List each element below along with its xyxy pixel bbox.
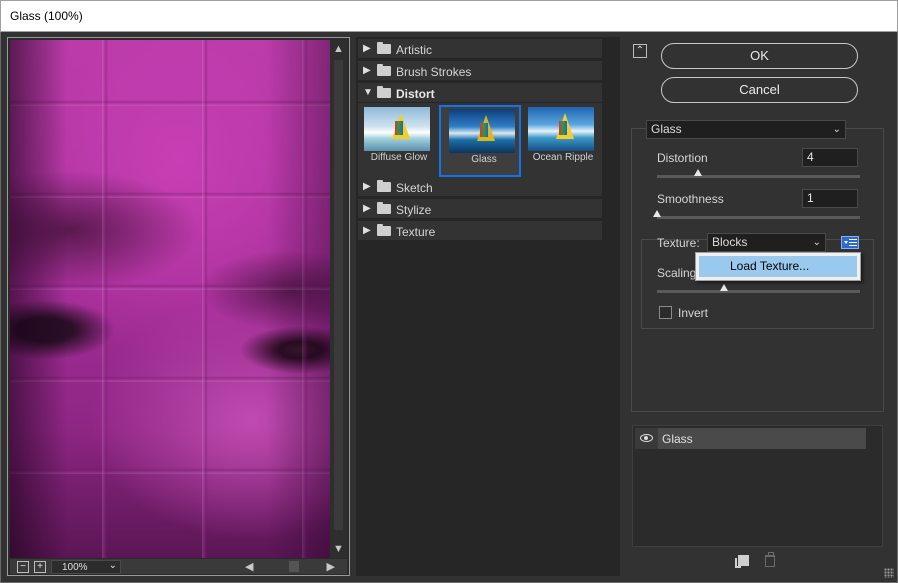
eye-icon — [640, 434, 653, 442]
preview-shading — [10, 40, 330, 558]
expand-arrow-icon: ▶ — [363, 225, 371, 236]
menu-lines-icon — [849, 239, 857, 246]
folder-icon — [377, 224, 391, 236]
sail-stripes — [395, 121, 403, 135]
distortion-input[interactable]: 4 — [802, 148, 858, 167]
texture-label: Texture: — [657, 236, 700, 250]
slider-knob[interactable] — [719, 284, 728, 291]
filter-gallery-list: ▶ Artistic ▶ Brush Strokes ▼ Distort Dif… — [356, 37, 620, 576]
window-titlebar: Glass (100%) — [0, 0, 898, 32]
layer-visibility-toggle[interactable] — [635, 428, 658, 449]
dropdown-triangle-icon — [844, 241, 848, 244]
preview-image[interactable] — [10, 40, 330, 558]
filter-group-brush-strokes[interactable]: ▶ Brush Strokes — [358, 61, 602, 81]
window-title: Glass (100%) — [10, 9, 83, 23]
preview-vertical-scrollbar[interactable]: ▲ ▼ — [330, 40, 347, 558]
zoom-level-select[interactable]: 100% ⌄ — [51, 560, 121, 574]
effect-layers-panel: Glass — [632, 425, 883, 547]
filter-group-label: Artistic — [396, 43, 432, 57]
expand-arrow-icon: ▶ — [363, 181, 371, 192]
filter-group-distort[interactable]: ▼ Distort — [358, 83, 602, 103]
texture-select-value: Blocks — [712, 235, 748, 249]
smoothness-input[interactable]: 1 — [802, 189, 858, 208]
scroll-down-icon[interactable]: ▼ — [333, 543, 344, 555]
thumbnail-image — [528, 107, 594, 151]
texture-menu-button[interactable] — [841, 236, 859, 249]
filter-thumb-ocean-ripple[interactable]: Ocean Ripple — [522, 105, 604, 177]
expand-arrow-icon: ▶ — [363, 65, 371, 76]
filter-thumb-glass[interactable]: Glass — [439, 105, 521, 177]
trash-icon[interactable] — [765, 552, 775, 567]
scaling-slider[interactable] — [657, 284, 860, 293]
distortion-slider[interactable] — [657, 169, 860, 178]
filter-list-scrollbar[interactable] — [604, 37, 620, 576]
scroll-thumb[interactable] — [289, 561, 299, 572]
scroll-up-icon[interactable]: ▲ — [333, 43, 344, 55]
effect-layer-name: Glass — [662, 432, 693, 446]
chevron-down-icon: ⌄ — [108, 560, 117, 571]
collapse-gallery-button[interactable]: ⌃ — [633, 44, 647, 58]
sail-stripes — [480, 123, 488, 137]
distort-filter-thumbnails: Diffuse Glow Glass Ocean Ripple — [358, 103, 602, 181]
scaling-label: Scaling — [657, 266, 697, 280]
chevron-down-icon: ⌄ — [832, 124, 841, 135]
zoom-level-value: 100% — [62, 562, 88, 573]
slider-knob[interactable] — [653, 210, 661, 217]
folder-icon — [377, 64, 391, 76]
expand-arrow-icon: ▶ — [363, 43, 371, 54]
chevron-down-icon: ⌄ — [812, 237, 821, 248]
thumbnail-caption: Glass — [471, 154, 497, 165]
preview-zoom-bar: − + 100% ⌄ ◀ ▶ — [10, 558, 347, 574]
resize-grip-icon[interactable] — [884, 568, 894, 578]
sail-stripes — [559, 121, 567, 135]
thumbnail-image — [449, 109, 515, 153]
texture-select[interactable]: Blocks ⌄ — [707, 233, 826, 252]
filter-group-label: Texture — [396, 225, 436, 239]
folder-icon — [377, 42, 391, 54]
filter-group-label: Stylize — [396, 203, 432, 217]
folder-icon — [377, 202, 391, 214]
thumbnail-caption: Ocean Ripple — [532, 152, 594, 163]
zoom-in-button[interactable]: + — [34, 561, 46, 573]
smoothness-label: Smoothness — [657, 192, 724, 206]
folder-open-icon — [377, 86, 391, 98]
scroll-thumb[interactable] — [334, 60, 343, 530]
distortion-label: Distortion — [657, 151, 708, 165]
filter-group-sketch[interactable]: ▶ Sketch — [358, 177, 602, 197]
smoothness-slider[interactable] — [653, 210, 860, 219]
new-effect-layer-icon[interactable] — [735, 555, 749, 568]
preview-horizontal-scrollbar[interactable]: ◀ ▶ — [245, 559, 335, 574]
scroll-left-icon[interactable]: ◀ — [245, 560, 253, 573]
invert-label[interactable]: Invert — [678, 306, 708, 320]
invert-checkbox[interactable] — [659, 306, 672, 319]
filter-group-artistic[interactable]: ▶ Artistic — [358, 39, 602, 59]
effect-layer-row[interactable]: Glass — [635, 428, 866, 449]
folder-icon — [377, 180, 391, 192]
ok-button[interactable]: OK — [661, 43, 858, 69]
filter-group-label: Distort — [396, 87, 435, 101]
thumbnail-image — [364, 107, 430, 151]
slider-knob[interactable] — [693, 169, 702, 176]
filter-select-value: Glass — [651, 122, 682, 136]
filter-group-label: Sketch — [396, 181, 433, 195]
load-texture-menu-item[interactable]: Load Texture... — [699, 256, 857, 277]
preview-panel: ▲ ▼ − + 100% ⌄ ◀ ▶ — [7, 37, 350, 576]
cancel-button[interactable]: Cancel — [661, 77, 858, 103]
collapse-arrow-icon: ▼ — [363, 87, 373, 98]
filter-select[interactable]: Glass ⌄ — [646, 120, 846, 139]
filter-thumb-diffuse-glow[interactable]: Diffuse Glow — [358, 105, 440, 177]
thumbnail-caption: Diffuse Glow — [370, 152, 428, 163]
filter-group-texture[interactable]: ▶ Texture — [358, 221, 602, 241]
expand-arrow-icon: ▶ — [363, 203, 371, 214]
filter-group-stylize[interactable]: ▶ Stylize — [358, 199, 602, 219]
filter-group-label: Brush Strokes — [396, 65, 472, 79]
texture-popup-menu: Load Texture... — [695, 252, 861, 281]
zoom-out-button[interactable]: − — [17, 561, 29, 573]
scroll-right-icon[interactable]: ▶ — [327, 560, 335, 573]
